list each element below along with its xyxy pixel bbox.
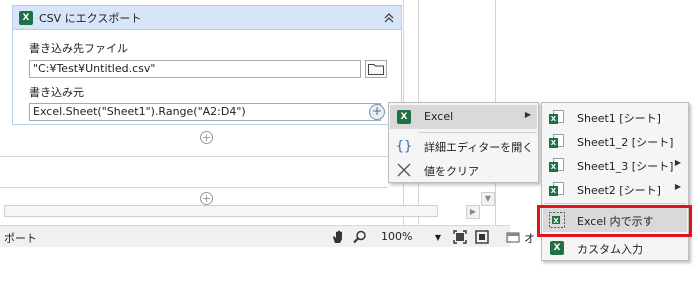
submenu-arrow-icon: ▶ [674, 158, 681, 167]
sheet-icon: X [549, 181, 565, 197]
highlight-box [537, 205, 692, 237]
braces-icon: {} [395, 138, 413, 154]
sheet-icon: X [549, 109, 565, 125]
sheet-icon: X [549, 133, 565, 149]
add-activity-plus-icon-2[interactable]: + [200, 192, 213, 205]
browse-folder-button[interactable] [365, 60, 387, 78]
collapse-icon[interactable] [381, 10, 397, 26]
menu-item-excel[interactable]: Excel ▶ [390, 105, 537, 129]
context-menu: Excel ▶ {} 詳細エディターを開く 値をクリア [388, 102, 539, 183]
menu-item-sheet1[interactable]: X Sheet1 [シート] [543, 105, 687, 129]
activity-header[interactable]: CSV にエクスポート [13, 6, 401, 30]
folder-icon [368, 64, 384, 75]
menu-item-open-editor[interactable]: {} 詳細エディターを開く [390, 134, 537, 158]
fit-to-screen-icon[interactable] [452, 229, 468, 245]
dest-file-input[interactable]: "C:¥Test¥Untitled.csv" [29, 60, 361, 78]
overview-icon[interactable] [474, 229, 490, 245]
submenu-arrow-icon: ▶ [674, 182, 681, 191]
clear-x-icon [396, 162, 412, 178]
menu-item-sheet2[interactable]: X Sheet2 [シート] ▶ [543, 177, 687, 201]
separator-line-2 [0, 187, 388, 188]
sheet-icon: X [549, 157, 565, 173]
zoom-search-icon[interactable] [352, 229, 368, 245]
variable-plus-button[interactable]: + [369, 104, 385, 120]
dest-file-label: 書き込み先ファイル [29, 42, 128, 55]
status-bar: ポート 100% ▼ オ [0, 225, 535, 247]
activity-card[interactable]: CSV にエクスポート 書き込み先ファイル "C:¥Test¥Untitled.… [12, 5, 402, 125]
pan-hand-icon[interactable] [330, 229, 346, 245]
excel-icon [549, 240, 565, 256]
add-activity-plus-icon[interactable]: + [200, 131, 213, 144]
separator-line [0, 156, 388, 157]
horizontal-scrollbar[interactable] [4, 205, 438, 217]
menu-item-custom-input[interactable]: カスタム入力 [543, 236, 687, 260]
menu-item-sheet1-2[interactable]: X Sheet1_2 [シート] [543, 129, 687, 153]
menu-item-sheet1-3[interactable]: X Sheet1_3 [シート] ▶ [543, 153, 687, 177]
output-panel-icon[interactable] [505, 229, 521, 245]
excel-submenu: X Sheet1 [シート] X Sheet1_2 [シート] X Sheet1… [541, 102, 689, 261]
excel-icon [19, 10, 33, 25]
zoom-dropdown-icon[interactable]: ▼ [430, 229, 446, 245]
zoom-level[interactable]: 100% [381, 230, 412, 243]
scroll-down-arrow-icon[interactable]: ▼ [481, 192, 495, 206]
menu-item-clear-value[interactable]: 値をクリア [390, 158, 537, 182]
source-input[interactable]: Excel.Sheet("Sheet1").Range("A2:D4") [29, 103, 381, 121]
menu-separator [419, 132, 536, 133]
submenu-arrow-icon: ▶ [524, 110, 531, 119]
source-label: 書き込み元 [29, 86, 84, 99]
menu-separator [544, 203, 686, 204]
status-text: ポート [4, 232, 37, 245]
scroll-right-arrow-icon[interactable]: ▶ [466, 205, 480, 219]
activity-title: CSV にエクスポート [39, 11, 142, 25]
excel-icon [396, 109, 412, 125]
output-panel-label[interactable]: オ [524, 230, 535, 246]
